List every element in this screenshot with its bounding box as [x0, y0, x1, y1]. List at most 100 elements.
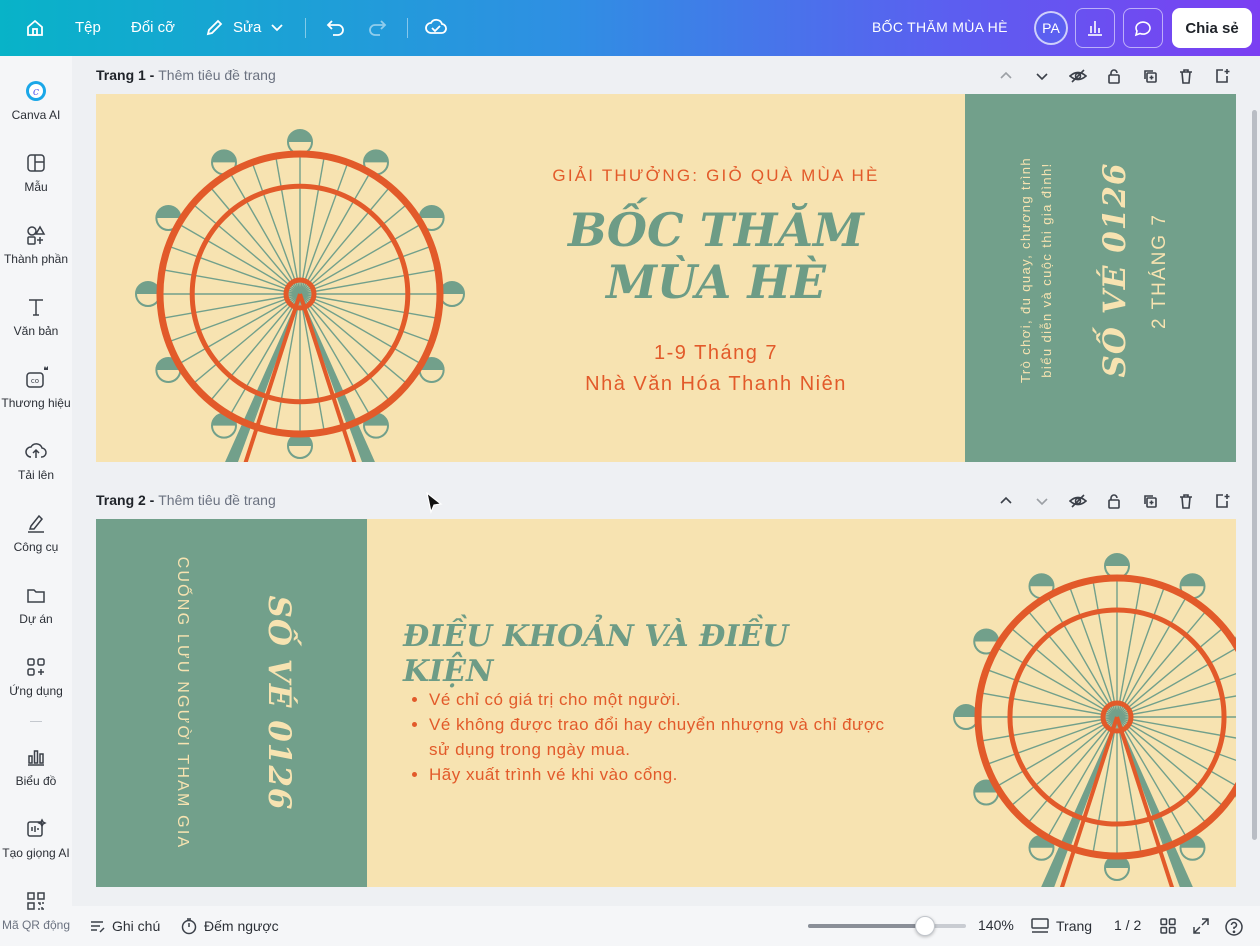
sidebar-item-qr-code[interactable]: Mã QR động [0, 888, 72, 932]
share-button[interactable]: Chia sẻ [1172, 8, 1252, 48]
page-1-toolbar [988, 66, 1240, 86]
terms-item: Hãy xuất trình vé khi vào cổng. [429, 762, 889, 787]
toolbar-divider [305, 18, 306, 38]
ticket-stub: CUỐNG LƯU NGƯỜI THAM GIA SỐ VÉ 0126 [96, 519, 367, 887]
notes-icon [91, 921, 105, 933]
timer-button[interactable]: Đếm ngược [180, 917, 279, 935]
chevron-down-icon[interactable] [1024, 66, 1060, 86]
text-icon [29, 299, 43, 316]
sidebar-item-elements[interactable]: Thành phần [0, 222, 72, 266]
lock-icon[interactable] [1096, 491, 1132, 511]
sidebar-item-label: Công cụ [13, 540, 59, 554]
sidebar-item-label: Thương hiệu [1, 396, 71, 410]
chart-icon [28, 750, 44, 766]
sidebar-item-templates[interactable]: Mẫu [0, 150, 72, 194]
svg-text:co: co [31, 377, 39, 385]
trash-icon[interactable] [1168, 66, 1204, 86]
page-title-placeholder[interactable]: Thêm tiêu đề trang [158, 67, 276, 83]
sidebar-item-projects[interactable]: Dự án [0, 582, 72, 626]
hide-page-icon[interactable] [1060, 66, 1096, 86]
wheel-gondola-roof [954, 705, 978, 717]
page-2-toolbar [988, 491, 1240, 511]
sidebar-item-uploads[interactable]: Tải lên [0, 438, 72, 482]
sidebar-item-text[interactable]: Văn bản [0, 294, 72, 338]
zoom-slider[interactable] [808, 916, 966, 936]
help-icon[interactable] [1224, 917, 1250, 937]
svg-text:c: c [33, 85, 39, 98]
sidebar-item-tools[interactable]: Công cụ [0, 510, 72, 554]
raffle-title: BỐC THĂM MÙA HÈ [524, 204, 908, 308]
wheel-gondola-roof [1029, 574, 1054, 587]
document-title[interactable]: BỐC THĂM MÙA HÈ [872, 19, 1008, 35]
sidebar-item-label: Tải lên [17, 468, 55, 482]
edit-menu[interactable]: Sửa [205, 17, 284, 37]
ticket-number: SỐ VÉ 0126 [1097, 162, 1133, 378]
vertical-scrollbar[interactable] [1252, 110, 1257, 840]
pages-view-button[interactable]: Trang [1030, 917, 1092, 935]
event-date: 1-9 Tháng 7 [654, 342, 778, 364]
sidebar-item-ai-voice[interactable]: Tạo giọng AI [0, 816, 72, 860]
toolbar-divider [407, 18, 408, 38]
chevron-up-icon[interactable] [988, 66, 1024, 86]
ferris-wheel-illustration [953, 553, 1236, 887]
wheel-gondola-roof [974, 629, 999, 642]
sidebar-item-label: Dự án [19, 612, 53, 626]
sidebar-item-label: Canva AI [11, 108, 61, 122]
page-2-label: Trang 2 - [96, 492, 159, 508]
chevron-down-icon[interactable] [1024, 491, 1060, 511]
home-icon[interactable] [22, 16, 48, 40]
hide-page-icon[interactable] [1060, 491, 1096, 511]
sidebar-item-charts[interactable]: Biểu đồ [0, 744, 72, 788]
duplicate-page-icon[interactable] [1132, 491, 1168, 511]
sidebar-item-label: Thành phần [3, 252, 69, 266]
undo-icon[interactable] [324, 17, 346, 37]
trash-icon[interactable] [1168, 491, 1204, 511]
ticket-number: SỐ VÉ 0126 [261, 595, 297, 811]
mouse-cursor-icon [426, 492, 443, 514]
chevron-up-icon[interactable] [988, 491, 1024, 511]
design-page-1[interactable]: GIẢI THƯỞNG: GIỎ QUÀ MÙA HÈ BỐC THĂM MÙA… [96, 94, 1236, 462]
zoom-level[interactable]: 140% [978, 917, 1014, 933]
prize-line: GIẢI THƯỞNG: GIỎ QUÀ MÙA HÈ [552, 166, 880, 185]
page-1-header[interactable]: Trang 1 - Thêm tiêu đề trang [96, 67, 276, 83]
ticket-date: 2 THÁNG 7 [1149, 213, 1170, 329]
duplicate-page-icon[interactable] [1132, 66, 1168, 86]
zoom-slider-fill [808, 924, 925, 928]
file-menu[interactable]: Tệp [75, 19, 101, 36]
sidebar-item-label: Tạo giọng AI [2, 846, 70, 860]
design-page-2[interactable]: CUỐNG LƯU NGƯỜI THAM GIA SỐ VÉ 0126 ĐIỀU… [96, 519, 1236, 887]
sidebar-item-label: Mẫu [24, 180, 48, 194]
templates-icon [27, 154, 45, 172]
sidebar-item-canva-ai[interactable]: c Canva AI [0, 78, 72, 122]
notes-label: Ghi chú [112, 918, 161, 934]
lock-icon[interactable] [1096, 66, 1132, 86]
sidebar-item-label: Biểu đồ [15, 774, 57, 788]
event-venue: Nhà Văn Hóa Thanh Niên [585, 373, 847, 395]
wheel-gondola-roof [288, 130, 312, 142]
wheel-gondola-roof [1180, 574, 1205, 587]
avatar[interactable]: PA [1034, 11, 1068, 45]
comment-icon [1134, 21, 1151, 37]
notes-button[interactable]: Ghi chú [88, 917, 160, 935]
pages-label: Trang [1056, 918, 1093, 934]
add-page-icon[interactable] [1204, 66, 1240, 86]
comments-button[interactable] [1123, 8, 1163, 48]
bar-chart-icon [1088, 21, 1102, 36]
page-2-header[interactable]: Trang 2 - Thêm tiêu đề trang [96, 492, 276, 508]
page-indicator[interactable]: 1 / 2 [1114, 917, 1141, 933]
fullscreen-icon[interactable] [1192, 917, 1216, 935]
grid-view-icon[interactable] [1159, 917, 1183, 935]
zoom-slider-handle[interactable] [914, 916, 935, 936]
sidebar-item-brand[interactable]: co Thương hiệu [0, 366, 72, 410]
redo-icon[interactable] [367, 17, 389, 37]
sidebar-item-apps[interactable]: Ứng dụng [0, 654, 72, 698]
resize-menu[interactable]: Đổi cỡ [131, 19, 175, 36]
bottom-bar: Ghi chú Đếm ngược 140% Trang 1 / 2 [72, 906, 1260, 946]
wheel-gondola-roof [156, 206, 181, 218]
cloud-saved-icon[interactable] [425, 17, 447, 37]
add-page-icon[interactable] [1204, 491, 1240, 511]
elements-icon [27, 225, 46, 245]
insights-button[interactable] [1075, 8, 1115, 48]
page-title-placeholder[interactable]: Thêm tiêu đề trang [158, 492, 276, 508]
wheel-gondola-roof [419, 206, 444, 218]
